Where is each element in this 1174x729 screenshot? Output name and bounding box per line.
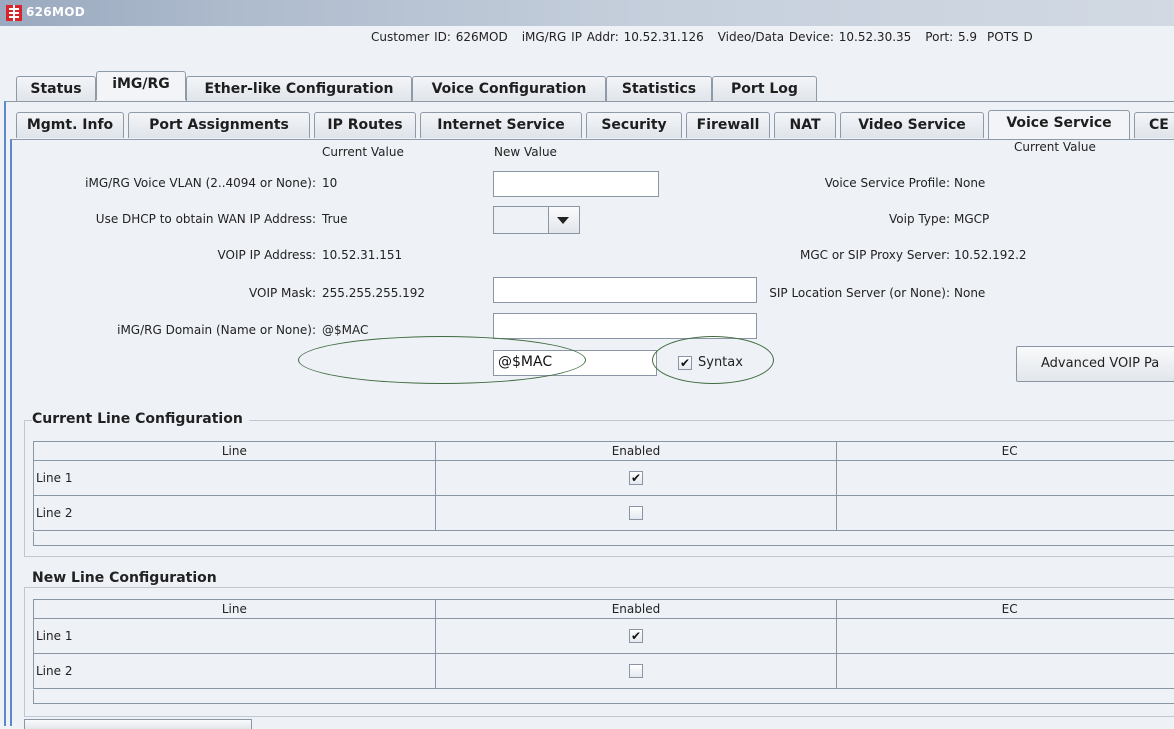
- sip-location-label: SIP Location Server (or None):: [769, 286, 950, 300]
- chevron-down-icon: [557, 217, 569, 224]
- line-enabled-checkbox: ✔: [629, 471, 643, 485]
- tab-voice-service[interactable]: Voice Service: [988, 110, 1130, 139]
- domain-current: @$MAC: [322, 323, 368, 337]
- current-value-header: Current Value: [322, 145, 404, 159]
- tab-nat[interactable]: NAT: [774, 112, 836, 138]
- line-enabled-checkbox: [629, 506, 643, 520]
- voip-mask-label: VOIP Mask:: [249, 286, 316, 300]
- tab-status[interactable]: Status: [16, 76, 96, 102]
- voip-ip-current: 10.52.31.151: [322, 248, 402, 262]
- mgc-sip-proxy-label: MGC or SIP Proxy Server:: [800, 248, 950, 262]
- img-ip-address: iMG/RG IP Addr: 10.52.31.126: [522, 30, 704, 44]
- annotation-ellipse-domain: [298, 336, 586, 384]
- video-data-device: Video/Data Device: 10.52.30.35: [718, 30, 912, 44]
- right-current-value-header: Current Value: [1014, 140, 1096, 154]
- tab-ip-routes[interactable]: IP Routes: [314, 112, 416, 138]
- line-name: Line 1: [34, 619, 436, 654]
- tab-security[interactable]: Security: [586, 112, 682, 138]
- table-row[interactable]: Line 2: [34, 496, 1174, 531]
- voice-vlan-label: iMG/RG Voice VLAN (2..4094 or None):: [85, 176, 316, 190]
- annotation-ellipse-syntax: [652, 336, 774, 384]
- column-header-line: Line: [34, 600, 436, 619]
- voice-vlan-current: 10: [322, 176, 337, 190]
- column-header-enabled: Enabled: [435, 442, 837, 461]
- line-enabled-checkbox[interactable]: ✔: [629, 629, 643, 643]
- line-name: Line 2: [34, 496, 436, 531]
- tab-mgmt-info[interactable]: Mgmt. Info: [16, 112, 124, 138]
- voip-type-value: MGCP: [954, 212, 989, 226]
- voip-mask-current: 255.255.255.192: [322, 286, 425, 300]
- voip-ip-label: VOIP IP Address:: [218, 248, 316, 262]
- table-row[interactable]: Line 2: [34, 654, 1174, 689]
- table-footer: [33, 690, 1174, 704]
- tab-port-assignments[interactable]: Port Assignments: [128, 112, 310, 138]
- tab-img-rg[interactable]: iMG/RG: [96, 71, 186, 100]
- current-line-table: Line Enabled EC Line 1 ✔ Line 2: [33, 441, 1174, 531]
- domain-label: iMG/RG Domain (Name or None):: [117, 323, 316, 337]
- table-row[interactable]: Line 1 ✔: [34, 619, 1174, 654]
- tab-firewall[interactable]: Firewall: [686, 112, 770, 138]
- tab-port-log[interactable]: Port Log: [712, 76, 817, 102]
- use-dhcp-dropdown-button[interactable]: [548, 206, 580, 234]
- advanced-voip-button[interactable]: Advanced VOIP Pa: [1016, 346, 1174, 382]
- column-header-line: Line: [34, 442, 436, 461]
- tab-statistics[interactable]: Statistics: [606, 76, 712, 102]
- window-title: 626MOD: [26, 5, 85, 19]
- voip-ip-input[interactable]: [493, 277, 757, 303]
- ec-cell: [837, 461, 1174, 496]
- mgc-sip-proxy-value: 10.52.192.2: [954, 248, 1027, 262]
- column-header-enabled: Enabled: [435, 600, 837, 619]
- use-dhcp-current: True: [322, 212, 348, 226]
- voip-type-label: Voip Type:: [889, 212, 950, 226]
- tab-video-service[interactable]: Video Service: [840, 112, 984, 138]
- column-header-ec: EC: [837, 442, 1174, 461]
- voice-service-profile-label: Voice Service Profile:: [825, 176, 950, 190]
- use-dhcp-label: Use DHCP to obtain WAN IP Address:: [96, 212, 316, 226]
- bottom-button[interactable]: [24, 719, 252, 729]
- ec-cell[interactable]: [837, 619, 1174, 654]
- main-tabs: Status iMG/RG Ether-like Configuration V…: [0, 73, 1174, 103]
- line-enabled-checkbox[interactable]: [629, 664, 643, 678]
- table-footer: [33, 532, 1174, 546]
- sub-tabs: Mgmt. Info Port Assignments IP Routes In…: [0, 112, 1174, 142]
- voice-service-profile-value: None: [954, 176, 985, 190]
- customer-id: Customer ID: 626MOD: [371, 30, 508, 44]
- tab-voice-configuration[interactable]: Voice Configuration: [412, 76, 606, 102]
- title-bar: [0, 0, 1174, 26]
- sip-location-value: None: [954, 286, 985, 300]
- column-header-ec: EC: [837, 600, 1174, 619]
- tab-ce[interactable]: CE: [1134, 112, 1174, 138]
- new-line-config-title: New Line Configuration: [32, 570, 223, 586]
- pots-label: POTS D: [987, 30, 1033, 44]
- voice-vlan-input[interactable]: [493, 171, 659, 197]
- tab-ether-like-configuration[interactable]: Ether-like Configuration: [186, 76, 412, 102]
- line-name: Line 1: [34, 461, 436, 496]
- new-line-table: Line Enabled EC Line 1 ✔ Line 2: [33, 599, 1174, 689]
- new-value-header: New Value: [494, 145, 557, 159]
- ec-cell: [837, 496, 1174, 531]
- tab-internet-service[interactable]: Internet Service: [420, 112, 582, 138]
- ec-cell[interactable]: [837, 654, 1174, 689]
- info-line: Customer ID: 626MOD iMG/RG IP Addr: 10.52…: [371, 30, 1033, 44]
- use-dhcp-select[interactable]: [493, 206, 549, 234]
- info-bar: Customer ID: 626MOD iMG/RG IP Addr: 10.52…: [0, 26, 1174, 46]
- table-row[interactable]: Line 1 ✔: [34, 461, 1174, 496]
- current-line-config-title: Current Line Configuration: [32, 411, 249, 427]
- port-label: Port: 5.9: [925, 30, 977, 44]
- tab-panel-border: [4, 101, 6, 726]
- app-icon: [6, 5, 22, 21]
- line-name: Line 2: [34, 654, 436, 689]
